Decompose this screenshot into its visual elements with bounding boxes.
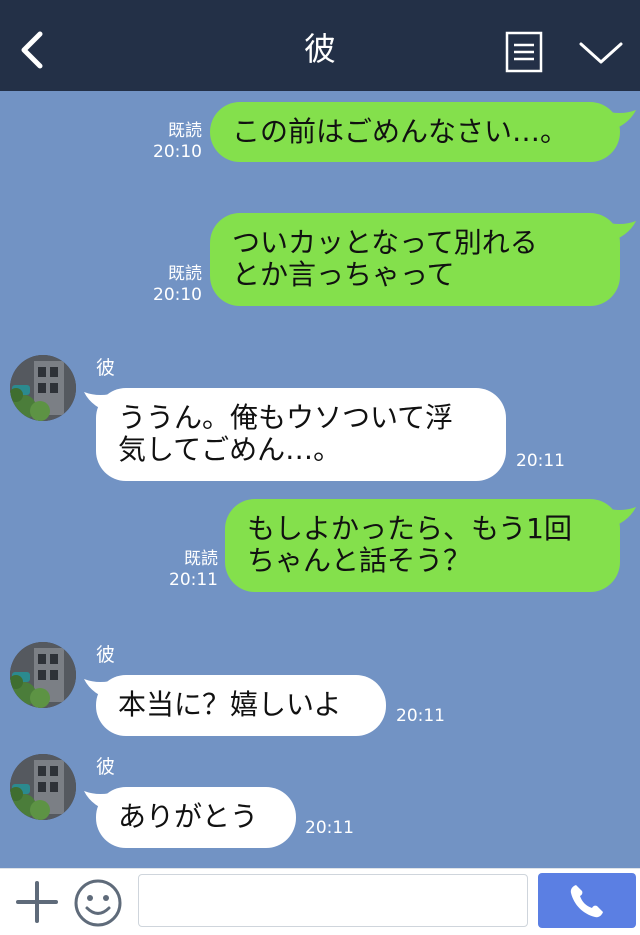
message-bubble-sent[interactable]: もしよかったら、もう1回 ちゃんと話そう？: [225, 499, 620, 592]
sender-name: 彼: [96, 756, 116, 778]
message-time: 20:10: [153, 285, 202, 305]
building-photo-icon: [10, 355, 76, 421]
call-button[interactable]: [538, 873, 636, 928]
message-time: 20:11: [516, 451, 565, 471]
message-input[interactable]: [138, 874, 528, 927]
message-bubble-sent[interactable]: ついカッとなって別れる とか言っちゃって: [210, 213, 620, 306]
message-meta: 既読 20:10: [150, 121, 202, 163]
message-bubble-sent[interactable]: この前はごめんなさい…。: [210, 102, 620, 162]
message-time: 20:10: [153, 142, 202, 162]
message-bubble-received[interactable]: ありがとう: [96, 787, 296, 848]
building-photo-icon: [10, 642, 76, 708]
message-meta: 既読 20:10: [150, 264, 202, 306]
add-button[interactable]: [14, 879, 60, 925]
sender-name: 彼: [96, 644, 116, 666]
message-time: 20:11: [396, 706, 445, 726]
message-time: 20:11: [169, 570, 218, 590]
bubble-tail: [602, 110, 636, 132]
smiley-icon: [74, 879, 122, 927]
read-status: 既読: [184, 549, 218, 569]
avatar[interactable]: [10, 642, 76, 708]
chat-title: 彼: [303, 30, 336, 68]
phone-icon: [570, 885, 603, 918]
bubble-tail: [602, 221, 636, 243]
message-time: 20:11: [305, 818, 354, 838]
message-bubble-received[interactable]: 本当に？嬉しいよ: [96, 675, 386, 736]
bubble-tail: [602, 507, 636, 529]
sender-name: 彼: [96, 357, 116, 379]
avatar[interactable]: [10, 355, 76, 421]
list-icon: [505, 31, 543, 73]
message-meta: 既読 20:11: [166, 549, 218, 591]
read-status: 既読: [168, 121, 202, 141]
chat-header: 彼: [0, 0, 640, 91]
avatar[interactable]: [10, 754, 76, 820]
menu-button[interactable]: [505, 31, 543, 73]
emoji-button[interactable]: [73, 878, 123, 928]
plus-icon: [16, 881, 58, 923]
collapse-button[interactable]: [578, 38, 624, 68]
building-photo-icon: [10, 754, 76, 820]
read-status: 既読: [168, 264, 202, 284]
message-bubble-received[interactable]: ううん。俺もウソついて浮 気してごめん…。: [96, 388, 506, 481]
input-bar: [0, 868, 640, 935]
chat-screen: 彼 既読 20:10 この前はごめんなさい…。 既読 20:10 ついカッとなっ…: [0, 0, 640, 935]
chevron-down-icon: [579, 42, 623, 64]
